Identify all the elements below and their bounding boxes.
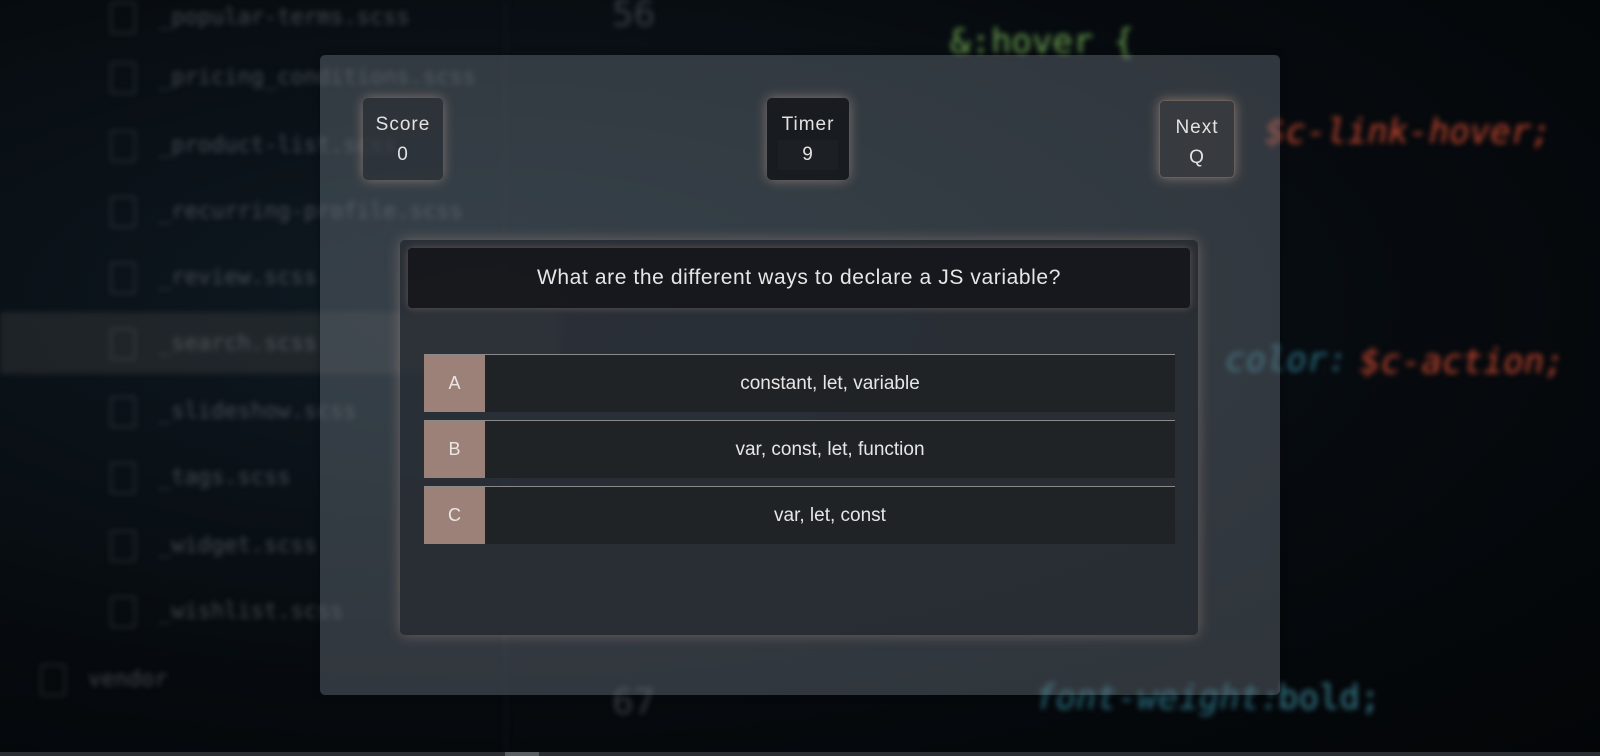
bg-file-item: _popular-terms.scss: [110, 2, 410, 34]
question-text: What are the different ways to declare a…: [408, 248, 1190, 308]
timer-box: Timer 9: [767, 98, 849, 180]
bg-file-item: _review.scss: [110, 262, 317, 294]
next-label: Next: [1175, 117, 1219, 138]
bg-file-item: _widget.scss: [110, 530, 317, 562]
bg-file-name: _search.scss: [158, 331, 317, 356]
file-icon: [110, 62, 136, 94]
answer-letter: C: [424, 487, 485, 544]
score-label: Score: [375, 114, 431, 135]
answer-text: constant, let, variable: [740, 373, 920, 394]
bg-file-name: _widget.scss: [158, 533, 317, 558]
file-icon: [110, 262, 136, 294]
bg-code-bold: bold;: [1278, 678, 1381, 718]
bg-code-action: $c-action;: [1360, 342, 1565, 382]
score-box: Score 0: [363, 98, 443, 180]
timer-label: Timer: [781, 114, 835, 135]
quiz-panel: Score 0 Timer 9 Next Q What are the diff…: [320, 55, 1280, 695]
file-icon: [110, 328, 136, 360]
score-value: 0: [397, 144, 409, 165]
file-icon: [110, 530, 136, 562]
bg-file-item: _search.scss: [110, 328, 317, 360]
bg-line-number: 56: [612, 0, 656, 35]
file-icon: [110, 196, 136, 228]
bg-file-item: vendor: [40, 664, 167, 696]
quiz-card: What are the different ways to declare a…: [400, 240, 1198, 635]
answer-letter: A: [424, 355, 485, 412]
answer-text: var, const, let, function: [735, 439, 925, 460]
answer-option-c[interactable]: C var, let, const: [424, 486, 1175, 544]
file-icon: [110, 462, 136, 494]
bg-file-name: _tags.scss: [158, 465, 291, 490]
bg-code-hover-color: $c-link-hover;: [1265, 112, 1552, 152]
next-question-button[interactable]: Next Q: [1159, 100, 1235, 178]
answer-option-b[interactable]: B var, const, let, function: [424, 420, 1175, 478]
scrollbar-thumb[interactable]: [505, 752, 539, 756]
file-icon: [110, 2, 136, 34]
horizontal-scrollbar[interactable]: [0, 752, 1600, 756]
file-icon: [110, 130, 136, 162]
answer-option-a[interactable]: A constant, let, variable: [424, 354, 1175, 412]
answer-text: var, let, const: [774, 505, 886, 526]
bg-file-item: _tags.scss: [110, 462, 290, 494]
file-icon: [110, 596, 136, 628]
next-sub-label: Q: [1189, 147, 1205, 168]
file-icon: [110, 396, 136, 428]
bg-file-item: _wishlist.scss: [110, 596, 343, 628]
bg-file-name: _wishlist.scss: [158, 599, 344, 624]
folder-icon: [40, 664, 66, 696]
bg-file-name: _popular-terms.scss: [158, 5, 410, 30]
answer-letter: B: [424, 421, 485, 478]
bg-file-name: _review.scss: [158, 265, 317, 290]
bg-file-name: vendor: [88, 667, 168, 692]
timer-value: 9: [778, 140, 838, 170]
